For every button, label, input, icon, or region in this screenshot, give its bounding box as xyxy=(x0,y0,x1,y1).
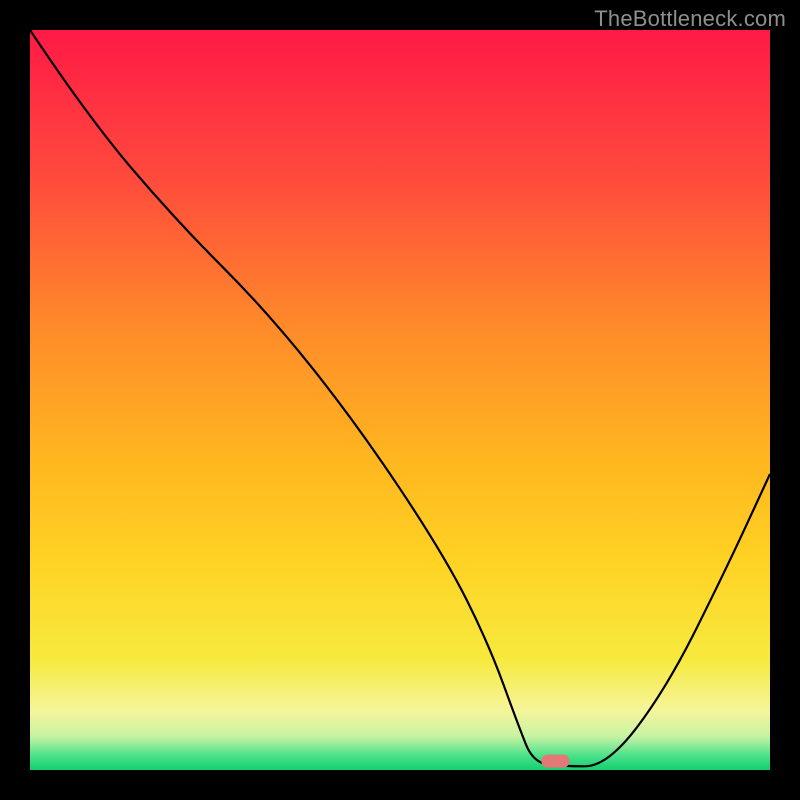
chart-frame: TheBottleneck.com xyxy=(0,0,800,800)
plot-area xyxy=(30,30,770,770)
gradient-background xyxy=(30,30,770,770)
selected-marker xyxy=(541,755,569,768)
plot-svg xyxy=(30,30,770,770)
watermark-text: TheBottleneck.com xyxy=(594,6,786,32)
